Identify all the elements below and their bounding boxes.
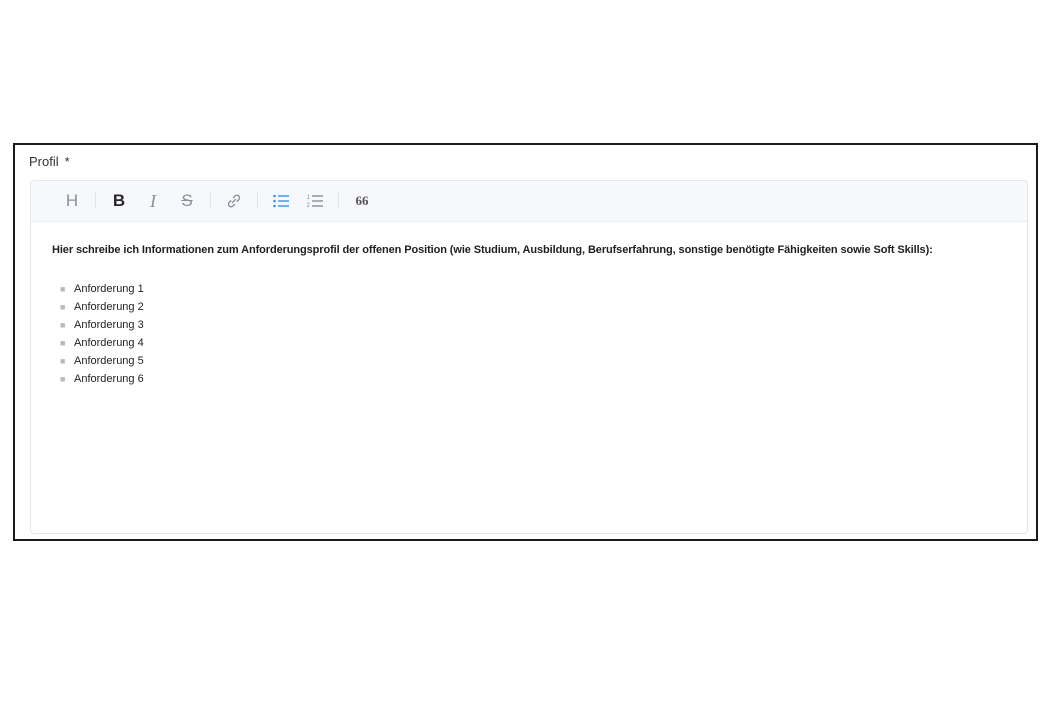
italic-icon: I xyxy=(150,190,156,211)
bullet-icon: ■ xyxy=(60,374,66,384)
rich-text-editor[interactable]: H B I S 1 2 66 Hier schreibe ich Informa… xyxy=(30,180,1028,534)
list-item: ■ Anforderung 2 xyxy=(52,298,1006,316)
editor-toolbar: H B I S 1 2 66 xyxy=(31,181,1027,222)
field-label-text: Profil xyxy=(29,154,59,169)
strikethrough-icon: S xyxy=(181,191,193,210)
list-item: ■ Anforderung 3 xyxy=(52,316,1006,334)
list-item: ■ Anforderung 1 xyxy=(52,280,1006,298)
quote-icon: 66 xyxy=(355,193,369,208)
list-item-text: Anforderung 4 xyxy=(74,337,144,349)
list-item-text: Anforderung 1 xyxy=(74,283,144,295)
bullet-list-icon xyxy=(272,193,290,209)
bold-icon: B xyxy=(112,191,126,210)
bullet-icon: ■ xyxy=(60,302,66,312)
bold-button[interactable]: B xyxy=(102,187,136,215)
toolbar-divider xyxy=(210,193,211,209)
bullet-icon: ■ xyxy=(60,356,66,366)
profile-field: Profil * H B I S 1 2 66 Hier schreibe ic… xyxy=(13,143,1038,541)
bullet-list-button[interactable] xyxy=(264,187,298,215)
bullet-icon: ■ xyxy=(60,284,66,294)
intro-text: Hier schreibe ich Informationen zum Anfo… xyxy=(52,244,933,256)
strikethrough-button[interactable]: S xyxy=(170,187,204,215)
editor-content[interactable]: Hier schreibe ich Informationen zum Anfo… xyxy=(31,222,1027,402)
italic-button[interactable]: I xyxy=(136,187,170,215)
list-item-text: Anforderung 5 xyxy=(74,355,144,367)
list-item-text: Anforderung 2 xyxy=(74,301,144,313)
requirements-list: ■ Anforderung 1 ■ Anforderung 2 ■ Anforderu… xyxy=(52,280,1006,388)
numbered-list-button[interactable]: 1 2 xyxy=(298,187,332,215)
heading-button[interactable]: H xyxy=(55,187,89,215)
numbered-list-icon: 1 2 xyxy=(306,193,324,209)
list-item: ■ Anforderung 5 xyxy=(52,352,1006,370)
toolbar-divider xyxy=(257,193,258,209)
bullet-icon: ■ xyxy=(60,338,66,348)
list-item: ■ Anforderung 4 xyxy=(52,334,1006,352)
required-marker: * xyxy=(64,154,70,169)
blockquote-button[interactable]: 66 xyxy=(345,187,379,215)
list-item-text: Anforderung 3 xyxy=(74,319,144,331)
svg-text:2: 2 xyxy=(307,203,311,209)
list-item: ■ Anforderung 6 xyxy=(52,370,1006,388)
toolbar-divider xyxy=(95,193,96,209)
toolbar-divider xyxy=(338,193,339,209)
svg-text:1: 1 xyxy=(307,195,311,201)
list-item-text: Anforderung 6 xyxy=(74,373,144,385)
bullet-icon: ■ xyxy=(60,320,66,330)
field-label: Profil * xyxy=(29,154,70,169)
link-icon xyxy=(225,192,243,210)
heading-icon: H xyxy=(65,191,79,210)
link-button[interactable] xyxy=(217,187,251,215)
